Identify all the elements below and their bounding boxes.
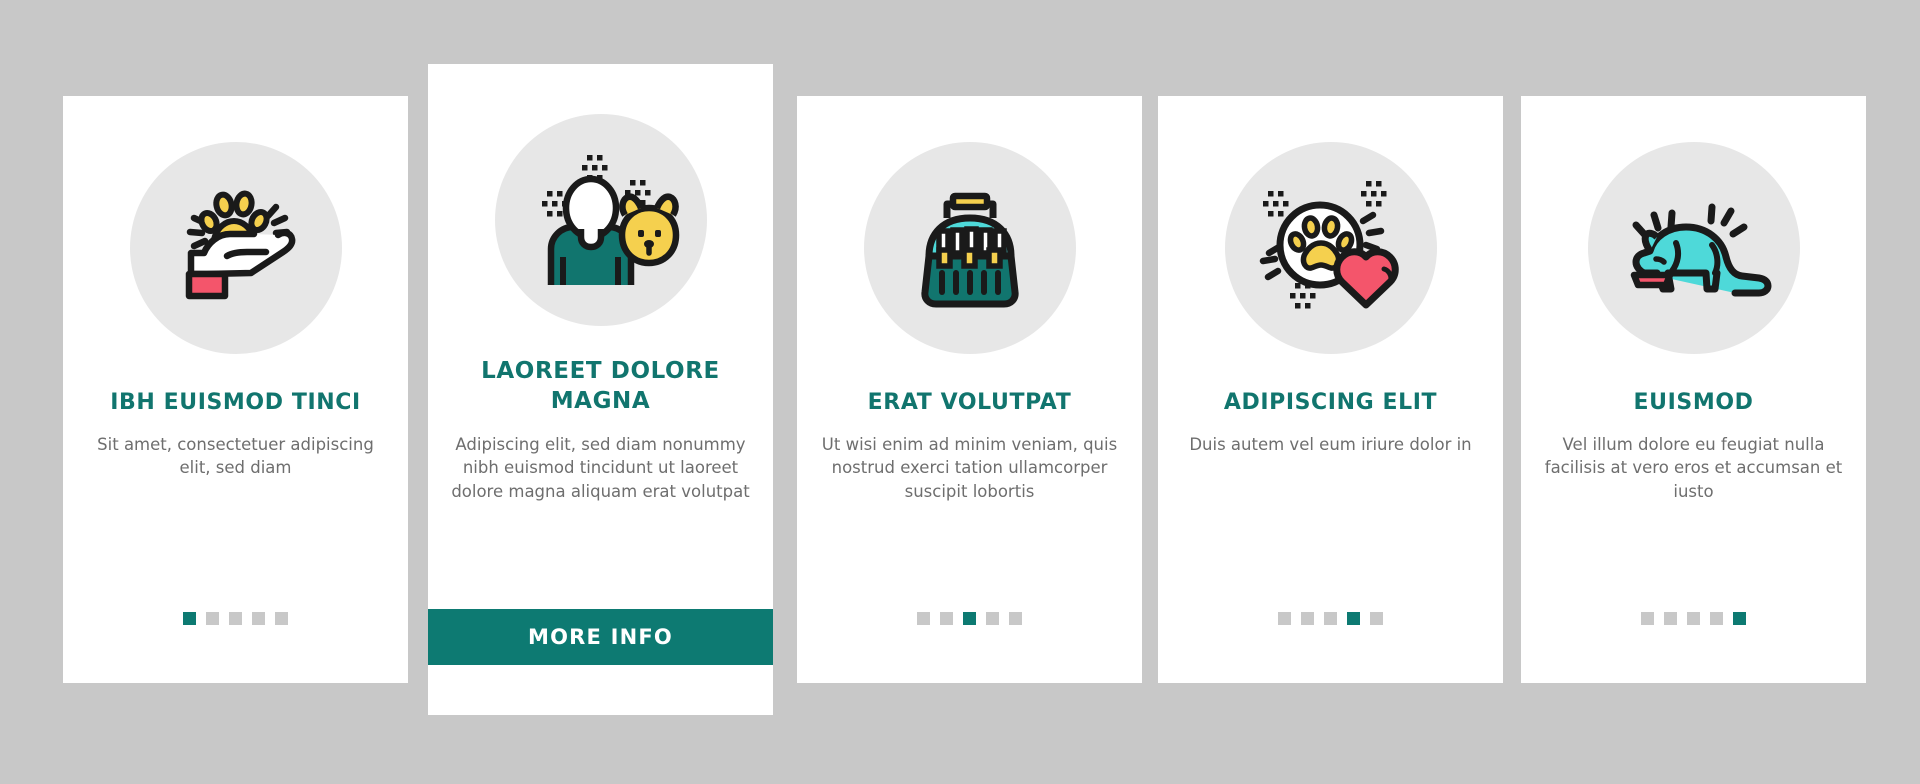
onboarding-card-1[interactable]: IBH EUISMOD TINCI Sit amet, consectetuer… xyxy=(63,96,408,683)
card-title: LAOREET DOLORE MAGNA xyxy=(481,358,720,415)
pagination-dot[interactable] xyxy=(1278,612,1291,625)
paw-heart-icon xyxy=(1224,142,1437,354)
pagination-dot[interactable] xyxy=(1009,612,1022,625)
card-description: Sit amet, consectetuer adipiscing elit, … xyxy=(97,435,374,478)
card-title: IBH EUISMOD TINCI xyxy=(110,390,361,415)
hand-holding-paw-icon xyxy=(129,142,342,354)
pagination-dots[interactable] xyxy=(1278,612,1383,625)
card-description: Adipiscing elit, sed diam nonummy nibh e… xyxy=(451,434,750,501)
pagination-dot[interactable] xyxy=(206,612,219,625)
card-title: ADIPISCING ELIT xyxy=(1223,390,1438,415)
card-description: Vel illum dolore eu feugiat nulla facili… xyxy=(1544,435,1843,501)
pagination-dot[interactable] xyxy=(1324,612,1337,625)
onboarding-screens-board: IBH EUISMOD TINCI Sit amet, consectetuer… xyxy=(0,0,1920,784)
pagination-dot[interactable] xyxy=(275,612,288,625)
pagination-dots[interactable] xyxy=(917,612,1022,625)
onboarding-card-4[interactable]: ADIPISCING ELIT Duis autem vel eum iriur… xyxy=(1158,96,1503,683)
person-with-dog-icon xyxy=(494,114,707,326)
pet-carrier-icon xyxy=(863,142,1076,354)
pagination-dot[interactable] xyxy=(1664,612,1677,625)
pagination-dot[interactable] xyxy=(252,612,265,625)
onboarding-card-3[interactable]: ERAT VOLUTPAT Ut wisi enim ad minim veni… xyxy=(797,96,1142,683)
more-info-button[interactable]: MORE INFO xyxy=(428,609,773,665)
pagination-dots[interactable] xyxy=(1641,612,1746,625)
onboarding-card-5[interactable]: EUISMOD Vel illum dolore eu feugiat null… xyxy=(1521,96,1866,683)
pagination-dot[interactable] xyxy=(1687,612,1700,625)
card-footer-area xyxy=(428,665,773,715)
pagination-dot[interactable] xyxy=(963,612,976,625)
pagination-dot[interactable] xyxy=(1641,612,1654,625)
pagination-dot[interactable] xyxy=(183,612,196,625)
pagination-dot[interactable] xyxy=(1710,612,1723,625)
pagination-dot[interactable] xyxy=(1370,612,1383,625)
pagination-dot[interactable] xyxy=(1301,612,1314,625)
cat-eating-icon xyxy=(1587,142,1800,354)
pagination-dot[interactable] xyxy=(986,612,999,625)
pagination-dot[interactable] xyxy=(1347,612,1360,625)
card-title: EUISMOD xyxy=(1633,390,1754,415)
card-title: ERAT VOLUTPAT xyxy=(867,390,1072,415)
pagination-dot[interactable] xyxy=(229,612,242,625)
pagination-dot[interactable] xyxy=(940,612,953,625)
pagination-dots[interactable] xyxy=(183,612,288,625)
pagination-dot[interactable] xyxy=(917,612,930,625)
card-description: Duis autem vel eum iriure dolor in xyxy=(1189,435,1472,455)
pagination-dot[interactable] xyxy=(1733,612,1746,625)
card-description: Ut wisi enim ad minim veniam, quis nostr… xyxy=(821,435,1118,501)
onboarding-card-2[interactable]: LAOREET DOLORE MAGNA Adipiscing elit, se… xyxy=(428,64,773,715)
